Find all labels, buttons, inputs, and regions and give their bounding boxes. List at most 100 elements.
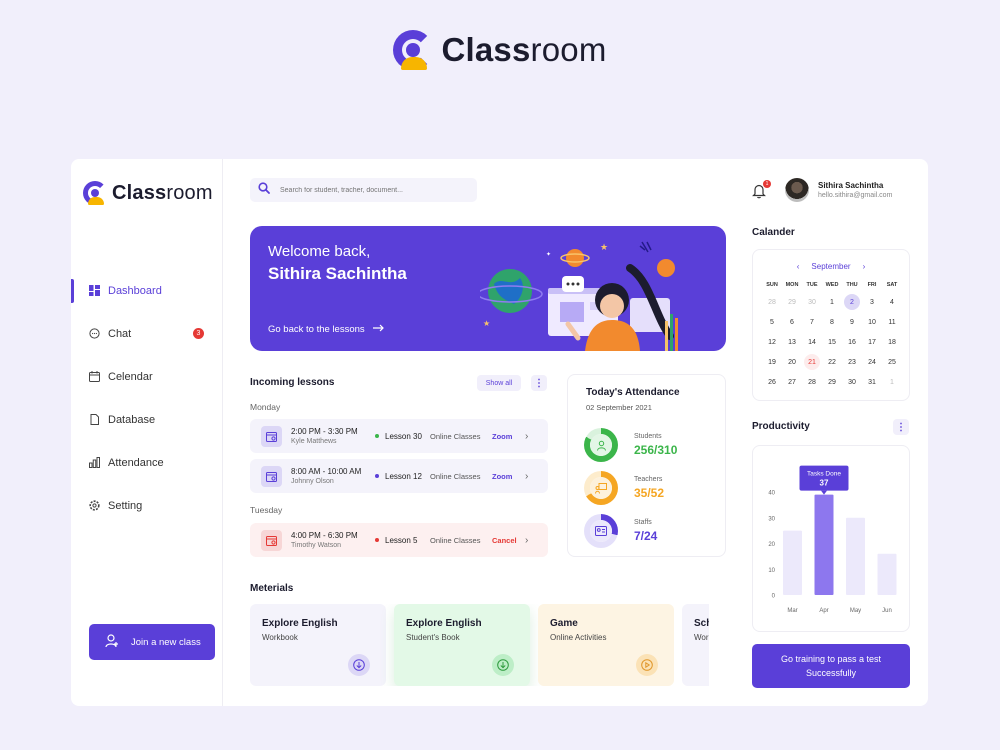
user-profile[interactable]: Sithira Sachintha hello.sithira@gmail.co… xyxy=(785,178,892,202)
calendar-day[interactable]: 30 xyxy=(842,372,862,392)
calendar-day[interactable]: 8 xyxy=(822,312,842,332)
y-tick-label: 30 xyxy=(768,516,775,522)
zoom-link[interactable]: Zoom xyxy=(492,432,522,441)
arrow-right-icon xyxy=(372,324,384,335)
students-progress-ring xyxy=(584,428,618,462)
calendar-day[interactable]: 28 xyxy=(762,292,782,312)
attendance-date: 02 September 2021 xyxy=(586,403,652,412)
calendar-day[interactable]: 29 xyxy=(782,292,802,312)
calendar-day[interactable]: 1 xyxy=(882,372,902,392)
sidebar-item-setting[interactable]: Setting xyxy=(71,484,222,527)
productivity-more-button[interactable]: ⋮ xyxy=(893,419,909,435)
sidebar: Classroom Dashboard Chat 3 Celendar Data… xyxy=(71,159,223,706)
calendar-day[interactable]: 25 xyxy=(882,352,902,372)
lessons-more-button[interactable]: ⋮ xyxy=(531,375,547,391)
calendar-day[interactable]: 3 xyxy=(862,292,882,312)
training-button[interactable]: Go training to pass a test Successfully xyxy=(752,644,910,688)
calendar-day[interactable]: 2 xyxy=(842,292,862,312)
material-card[interactable]: Game Online Activities xyxy=(538,604,674,686)
status-dot xyxy=(375,434,379,438)
attendance-row-teachers: Teachers 35/52 xyxy=(584,471,664,505)
calendar-day[interactable]: 13 xyxy=(782,332,802,352)
calendar-day[interactable]: 16 xyxy=(842,332,862,352)
calendar-day[interactable]: 31 xyxy=(862,372,882,392)
svg-text:✦: ✦ xyxy=(546,251,551,258)
x-tick-label: Jun xyxy=(882,608,892,614)
search-input[interactable] xyxy=(280,186,470,194)
material-title: Game xyxy=(550,618,578,629)
chevron-right-icon[interactable]: › xyxy=(525,471,528,482)
sidebar-brand[interactable]: Classroom xyxy=(83,181,213,205)
user-email: hello.sithira@gmail.com xyxy=(818,192,893,199)
download-icon xyxy=(353,659,365,671)
calendar-day[interactable]: 20 xyxy=(782,352,802,372)
calendar-day[interactable]: 26 xyxy=(762,372,782,392)
lesson-row[interactable]: 8:00 AM - 10:00 AM Johnny Olson Lesson 12… xyxy=(250,459,548,493)
material-title: Explore English xyxy=(262,618,338,629)
download-icon xyxy=(497,659,509,671)
play-button[interactable] xyxy=(636,654,658,676)
calendar-day[interactable]: 23 xyxy=(842,352,862,372)
bar xyxy=(846,517,865,595)
top-brand: Classroom xyxy=(0,30,1000,70)
cancel-link[interactable]: Cancel xyxy=(492,536,522,545)
join-class-label: Join a new class xyxy=(131,636,201,648)
show-all-button[interactable]: Show all xyxy=(477,375,521,391)
sidebar-item-label: Celendar xyxy=(108,370,153,383)
sidebar-item-dashboard[interactable]: Dashboard xyxy=(71,269,222,312)
zoom-link[interactable]: Zoom xyxy=(492,472,522,481)
calendar-day[interactable]: 30 xyxy=(802,292,822,312)
tooltip-label: Tasks Done xyxy=(807,471,841,478)
calendar-icon xyxy=(261,465,282,487)
svg-text:★: ★ xyxy=(600,242,608,252)
calendar-day[interactable]: 5 xyxy=(762,312,782,332)
sidebar-item-attendance[interactable]: Attendance xyxy=(71,441,222,484)
calendar-day[interactable]: 10 xyxy=(862,312,882,332)
calendar-day[interactable]: 18 xyxy=(882,332,902,352)
chevron-right-icon[interactable]: › xyxy=(525,431,528,442)
sidebar-item-calendar[interactable]: Celendar xyxy=(71,355,222,398)
calendar-day[interactable]: 11 xyxy=(882,312,902,332)
file-icon xyxy=(89,414,100,425)
chevron-right-icon[interactable]: › xyxy=(863,262,866,271)
material-card[interactable]: Explore English Student's Book xyxy=(394,604,530,686)
material-subtitle: Wor xyxy=(694,633,709,642)
material-card[interactable]: Explore English Workbook xyxy=(250,604,386,686)
calendar-day[interactable]: 24 xyxy=(862,352,882,372)
calendar-day[interactable]: 9 xyxy=(842,312,862,332)
calendar-day[interactable]: 21 xyxy=(802,352,822,372)
calendar-icon xyxy=(89,371,100,382)
calendar-day[interactable]: 14 xyxy=(802,332,822,352)
chevron-left-icon[interactable]: ‹ xyxy=(797,262,800,271)
sidebar-item-chat[interactable]: Chat 3 xyxy=(71,312,222,355)
calendar-widget: ‹ September › SUN MON TUE WED THU FRI SAT 28 29 30 1… xyxy=(752,249,910,401)
calendar-day[interactable]: 29 xyxy=(822,372,842,392)
attendance-label: Students xyxy=(634,433,662,440)
download-button[interactable] xyxy=(348,654,370,676)
calendar-day[interactable]: 7 xyxy=(802,312,822,332)
calendar-day[interactable]: 27 xyxy=(782,372,802,392)
calendar-day[interactable]: 12 xyxy=(762,332,782,352)
productivity-chart-svg: 0 10 20 30 40 Mar Apr Tasks Done37 May Jun xyxy=(768,465,897,614)
calendar-day[interactable]: 28 xyxy=(802,372,822,392)
lesson-row[interactable]: 4:00 PM - 6:30 PM Timothy Watson Lesson 5… xyxy=(250,523,548,557)
x-tick-label: Apr xyxy=(819,608,828,614)
calendar-day[interactable]: 15 xyxy=(822,332,842,352)
calendar-day[interactable]: 6 xyxy=(782,312,802,332)
search-bar[interactable] xyxy=(250,178,477,202)
calendar-day[interactable]: 4 xyxy=(882,292,902,312)
join-class-button[interactable]: Join a new class xyxy=(89,624,215,660)
calendar-day[interactable]: 19 xyxy=(762,352,782,372)
chevron-right-icon[interactable]: › xyxy=(525,535,528,546)
materials-title: Meterials xyxy=(250,583,294,594)
calendar-day[interactable]: 1 xyxy=(822,292,842,312)
download-button[interactable] xyxy=(492,654,514,676)
notifications-button[interactable]: 1 xyxy=(752,180,771,199)
calendar-day[interactable]: 22 xyxy=(822,352,842,372)
material-card[interactable]: Sch Wor xyxy=(682,604,709,686)
sidebar-item-database[interactable]: Database xyxy=(71,398,222,441)
lesson-row[interactable]: 2:00 PM - 3:30 PM Kyle Matthews Lesson 30… xyxy=(250,419,548,453)
calendar-day[interactable]: 17 xyxy=(862,332,882,352)
lesson-teacher: Johnny Olson xyxy=(291,478,334,485)
go-back-lessons-link[interactable]: Go back to the lessons xyxy=(268,324,384,335)
